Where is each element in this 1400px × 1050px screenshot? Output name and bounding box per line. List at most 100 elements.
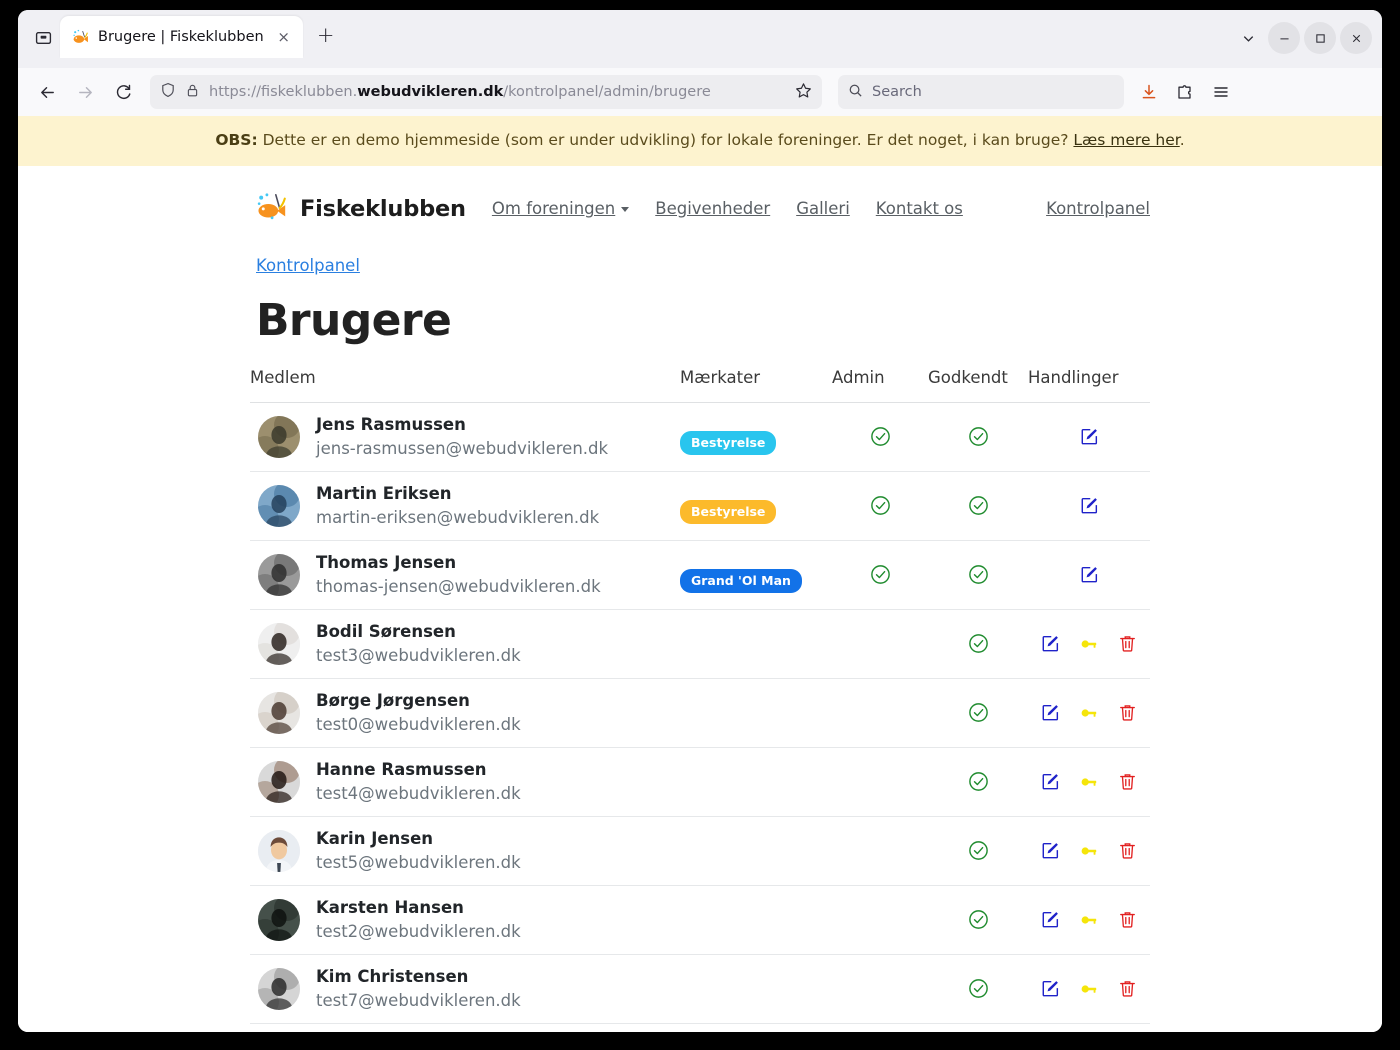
nav-item-kontakt-os[interactable]: Kontakt os bbox=[876, 199, 963, 218]
table-row: Bodil Sørensen test3@webudvikleren.dk bbox=[250, 609, 1150, 679]
close-tab-icon[interactable]: × bbox=[273, 26, 295, 48]
nav-item-om-foreningen[interactable]: Om foreningen bbox=[491, 199, 630, 219]
cell-admin bbox=[832, 402, 928, 472]
tab-bar: Brugere | Fiskeklubben × + bbox=[18, 10, 1382, 68]
cell-approved bbox=[928, 609, 1028, 679]
nav-item-begivenheder[interactable]: Begivenheder bbox=[655, 199, 770, 218]
downloads-icon[interactable] bbox=[1132, 75, 1166, 109]
extensions-icon[interactable] bbox=[1168, 75, 1202, 109]
delete-icon[interactable] bbox=[1118, 772, 1137, 791]
key-icon[interactable] bbox=[1079, 979, 1099, 999]
cell-member: Kim Christensen test7@webudvikleren.dk bbox=[250, 954, 680, 1024]
delete-icon[interactable] bbox=[1118, 910, 1137, 929]
cell-approved bbox=[928, 678, 1028, 748]
cell-actions bbox=[1028, 816, 1150, 886]
url-bar[interactable]: https://fiskeklubben.webudvikleren.dk/ko… bbox=[150, 75, 822, 109]
cell-actions bbox=[1028, 471, 1150, 541]
key-icon[interactable] bbox=[1079, 841, 1099, 861]
column-header-handlinger: Handlinger bbox=[1028, 367, 1150, 403]
approved-check-icon bbox=[968, 426, 989, 447]
cell-approved bbox=[928, 402, 1028, 472]
cell-approved bbox=[928, 747, 1028, 817]
cell-admin bbox=[832, 678, 928, 748]
cell-actions bbox=[1028, 885, 1150, 955]
chevron-down-icon[interactable] bbox=[1232, 22, 1264, 54]
cell-approved bbox=[928, 540, 1028, 610]
avatar bbox=[258, 760, 300, 803]
key-icon[interactable] bbox=[1079, 772, 1099, 792]
lock-icon[interactable] bbox=[185, 83, 200, 102]
edit-icon[interactable] bbox=[1041, 772, 1060, 791]
cell-admin bbox=[832, 540, 928, 610]
avatar bbox=[258, 622, 300, 665]
key-icon[interactable] bbox=[1079, 634, 1099, 654]
cell-actions bbox=[1028, 747, 1150, 817]
table-row: Hanne Rasmussen test4@webudvikleren.dk bbox=[250, 747, 1150, 817]
edit-icon[interactable] bbox=[1041, 703, 1060, 722]
member-name: Børge Jørgensen bbox=[316, 690, 470, 710]
member-name: Karsten Hansen bbox=[316, 897, 464, 917]
browser-tab[interactable]: Brugere | Fiskeklubben × bbox=[60, 16, 303, 58]
avatar bbox=[258, 898, 300, 941]
admin-check-icon bbox=[870, 564, 891, 585]
app-menu-icon[interactable] bbox=[1204, 75, 1238, 109]
bookmark-star-icon[interactable] bbox=[795, 82, 812, 103]
users-table-body: Jens Rasmussen jens-rasmussen@webudvikle… bbox=[250, 402, 1150, 1024]
cell-admin bbox=[832, 885, 928, 955]
avatar bbox=[258, 553, 300, 596]
edit-icon[interactable] bbox=[1041, 979, 1060, 998]
back-button[interactable] bbox=[30, 75, 64, 109]
key-icon[interactable] bbox=[1079, 910, 1099, 930]
nav-label: Om foreningen bbox=[491, 199, 616, 219]
cell-badges bbox=[680, 747, 832, 817]
notice-link[interactable]: Læs mere her bbox=[1073, 131, 1179, 149]
edit-icon[interactable] bbox=[1041, 634, 1060, 653]
new-tab-button[interactable]: + bbox=[309, 18, 343, 52]
cell-badges: Bestyrelse bbox=[680, 402, 832, 472]
search-input[interactable]: Search bbox=[872, 84, 922, 100]
avatar bbox=[258, 967, 300, 1010]
status-badge: Bestyrelse bbox=[680, 499, 777, 524]
fish-favicon bbox=[72, 29, 89, 46]
delete-icon[interactable] bbox=[1118, 634, 1137, 653]
member-name: Kim Christensen bbox=[316, 966, 469, 986]
minimize-button[interactable] bbox=[1268, 22, 1300, 54]
list-all-tabs-icon[interactable] bbox=[26, 20, 60, 54]
reload-button[interactable] bbox=[106, 75, 140, 109]
delete-icon[interactable] bbox=[1118, 703, 1137, 722]
column-header-medlem: Medlem bbox=[250, 367, 680, 403]
table-row: Thomas Jensen thomas-jensen@webudviklere… bbox=[250, 540, 1150, 610]
close-window-button[interactable] bbox=[1340, 22, 1372, 54]
cell-actions bbox=[1028, 402, 1150, 472]
shield-icon[interactable] bbox=[160, 82, 176, 102]
cell-badges bbox=[680, 885, 832, 955]
edit-icon[interactable] bbox=[1041, 910, 1060, 929]
approved-check-icon bbox=[968, 978, 989, 999]
key-icon[interactable] bbox=[1079, 703, 1099, 723]
avatar bbox=[258, 829, 300, 872]
edit-icon[interactable] bbox=[1080, 496, 1099, 515]
edit-icon[interactable] bbox=[1041, 841, 1060, 860]
search-bar[interactable]: Search bbox=[838, 75, 1124, 109]
forward-button[interactable] bbox=[68, 75, 102, 109]
breadcrumb: Kontrolpanel bbox=[250, 238, 1150, 275]
delete-icon[interactable] bbox=[1118, 841, 1137, 860]
nav-item-galleri[interactable]: Galleri bbox=[796, 199, 850, 218]
cell-actions bbox=[1028, 678, 1150, 748]
column-header-godkendt: Godkendt bbox=[928, 367, 1028, 403]
cell-member: Karin Jensen test5@webudvikleren.dk bbox=[250, 816, 680, 886]
table-row: Martin Eriksen martin-eriksen@webudvikle… bbox=[250, 471, 1150, 541]
edit-icon[interactable] bbox=[1080, 565, 1099, 584]
nav-item-kontrolpanel[interactable]: Kontrolpanel bbox=[1046, 199, 1150, 218]
breadcrumb-link-kontrolpanel[interactable]: Kontrolpanel bbox=[256, 256, 360, 275]
page-title: Brugere bbox=[256, 294, 452, 346]
brand-logo[interactable]: Fiskeklubben bbox=[256, 192, 466, 226]
edit-icon[interactable] bbox=[1080, 427, 1099, 446]
member-email: test3@webudvikleren.dk bbox=[316, 645, 521, 665]
maximize-button[interactable] bbox=[1304, 22, 1336, 54]
notice-tail: . bbox=[1179, 131, 1185, 149]
notice-text: Dette er en demo hjemmeside (som er unde… bbox=[257, 131, 1074, 149]
page-viewport: OBS: Dette er en demo hjemmeside (som er… bbox=[18, 116, 1382, 1032]
delete-icon[interactable] bbox=[1118, 979, 1137, 998]
cell-member: Martin Eriksen martin-eriksen@webudvikle… bbox=[250, 471, 680, 541]
